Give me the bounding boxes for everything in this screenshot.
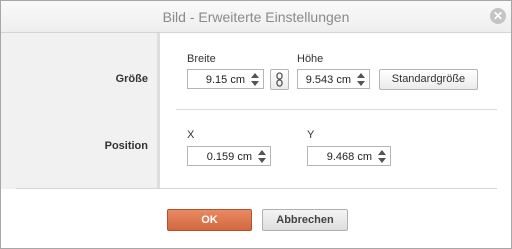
spin-down-icon[interactable]: [251, 81, 259, 86]
spin-up-icon[interactable]: [378, 150, 386, 155]
spin-down-icon[interactable]: [258, 158, 266, 163]
height-label: Höhe: [297, 53, 324, 65]
x-input[interactable]: 0.159 cm: [187, 146, 271, 166]
width-spinner[interactable]: [250, 72, 260, 87]
width-label: Breite: [187, 53, 216, 65]
title-bar: Bild - Erweiterte Einstellungen ✕: [1, 1, 511, 33]
width-value: 9.15 cm: [205, 74, 245, 86]
dialog-title: Bild - Erweiterte Einstellungen: [162, 9, 350, 25]
x-label: X: [187, 129, 195, 141]
ok-button[interactable]: OK: [167, 209, 252, 231]
footer-divider: [16, 188, 497, 189]
position-section-label: Position: [104, 140, 148, 152]
link-aspect-button[interactable]: [270, 69, 289, 90]
width-input[interactable]: 9.15 cm: [187, 69, 264, 89]
spin-up-icon[interactable]: [357, 73, 365, 78]
height-spinner[interactable]: [356, 72, 366, 87]
divider: [176, 109, 497, 110]
y-value: 9.468 cm: [326, 151, 372, 163]
standard-size-button[interactable]: Standardgröße: [379, 69, 478, 90]
section-label-panel: [1, 33, 160, 189]
spin-up-icon[interactable]: [251, 73, 259, 78]
y-spinner[interactable]: [377, 149, 387, 164]
x-spinner[interactable]: [257, 149, 267, 164]
cancel-button[interactable]: Abbrechen: [262, 209, 348, 231]
y-input[interactable]: 9.468 cm: [307, 146, 391, 166]
spin-down-icon[interactable]: [357, 81, 365, 86]
spin-down-icon[interactable]: [378, 158, 386, 163]
close-icon[interactable]: ✕: [490, 8, 506, 24]
link-icon: [276, 72, 283, 87]
y-label: Y: [307, 129, 315, 141]
height-value: 9.543 cm: [305, 74, 351, 86]
x-value: 0.159 cm: [206, 151, 252, 163]
dialog: Bild - Erweiterte Einstellungen ✕ Größe …: [0, 0, 512, 249]
size-section-label: Größe: [115, 73, 148, 85]
spin-up-icon[interactable]: [258, 150, 266, 155]
height-input[interactable]: 9.543 cm: [297, 69, 370, 89]
